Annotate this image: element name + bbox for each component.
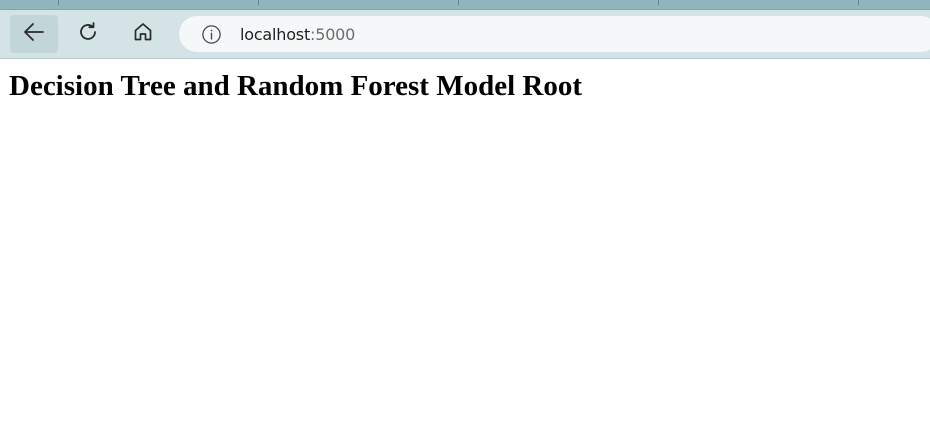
url-text[interactable]: localhost:5000 — [240, 25, 355, 44]
tab-separator — [658, 0, 659, 5]
home-icon — [132, 21, 154, 48]
page-content: Decision Tree and Random Forest Model Ro… — [0, 59, 930, 104]
page-title: Decision Tree and Random Forest Model Ro… — [9, 70, 582, 102]
home-button[interactable] — [119, 15, 167, 53]
url-port: :5000 — [310, 24, 356, 44]
url-host: localhost — [240, 24, 311, 44]
tab-separator — [858, 0, 859, 5]
address-bar[interactable]: localhost:5000 — [179, 16, 930, 52]
tab-separator — [258, 0, 259, 5]
tab-strip — [0, 0, 930, 10]
refresh-icon — [77, 21, 99, 48]
tab-separator — [58, 0, 59, 5]
back-arrow-icon — [23, 22, 45, 47]
refresh-button[interactable] — [64, 15, 112, 53]
back-button[interactable] — [10, 15, 58, 53]
tab-separator — [458, 0, 459, 5]
browser-toolbar: localhost:5000 — [0, 10, 930, 59]
info-icon[interactable] — [200, 23, 222, 45]
